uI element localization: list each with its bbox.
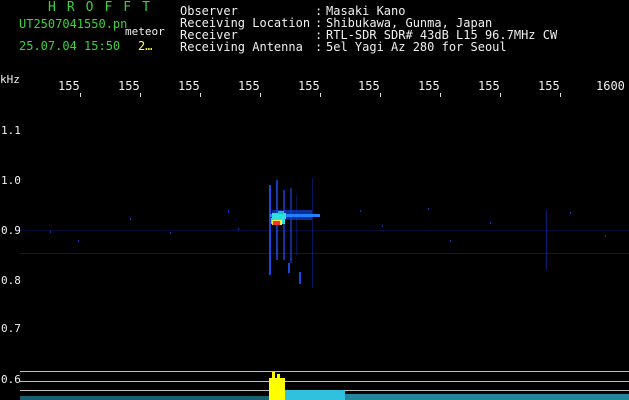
y-tick-label: 1.1 <box>1 124 21 137</box>
power-profile <box>20 372 629 400</box>
x-tick-label: 155 <box>358 79 380 93</box>
y-tick-label: 1.0 <box>1 174 21 187</box>
antenna-separator: : <box>315 40 323 54</box>
x-tick-mark <box>80 93 81 97</box>
x-tick-label: 155 <box>418 79 440 93</box>
x-tick-label: 155 <box>238 79 260 93</box>
y-tick-label: 0.7 <box>1 322 21 335</box>
x-tick-mark <box>200 93 201 97</box>
x-tick-mark <box>320 93 321 97</box>
x-tick-label: 1600 <box>596 79 625 93</box>
x-tick-mark <box>380 93 381 97</box>
x-tick-mark <box>560 93 561 97</box>
y-tick-label: 0.6 <box>1 373 21 386</box>
vertical-streaks <box>296 178 547 288</box>
antenna-label: Receiving Antenna <box>180 40 303 54</box>
background-noise <box>20 208 629 254</box>
x-tick-mark <box>500 93 501 97</box>
timestamp: 25.07.04 15:50 <box>19 39 121 53</box>
x-tick-mark <box>440 93 441 97</box>
detection-label: meteor <box>125 25 165 38</box>
x-tick-label: 155 <box>118 79 140 93</box>
antenna-value: 5el Yagi Az 280 for Seoul <box>326 40 507 54</box>
x-tick-label: 155 <box>298 79 320 93</box>
x-tick-mark <box>260 93 261 97</box>
profile-baselines <box>20 371 629 391</box>
x-tick-label: 155 <box>178 79 200 93</box>
detection-count: 2… <box>138 39 153 53</box>
x-tick-mark <box>140 93 141 97</box>
y-axis-unit: kHz <box>0 73 20 86</box>
x-tick-label: 155 <box>478 79 500 93</box>
app-title: HROFFT <box>48 0 161 15</box>
hrofft-screen: HROFFT UT2507041550.pn meteor 25.07.04 1… <box>0 0 629 400</box>
file-name: UT2507041550.pn <box>19 17 128 31</box>
spectrogram-waterfall <box>20 178 629 400</box>
y-tick-label: 0.8 <box>1 274 21 287</box>
x-tick-label: 155 <box>538 79 560 93</box>
x-tick-label: 155 <box>58 79 80 93</box>
y-tick-label: 0.9 <box>1 224 21 237</box>
